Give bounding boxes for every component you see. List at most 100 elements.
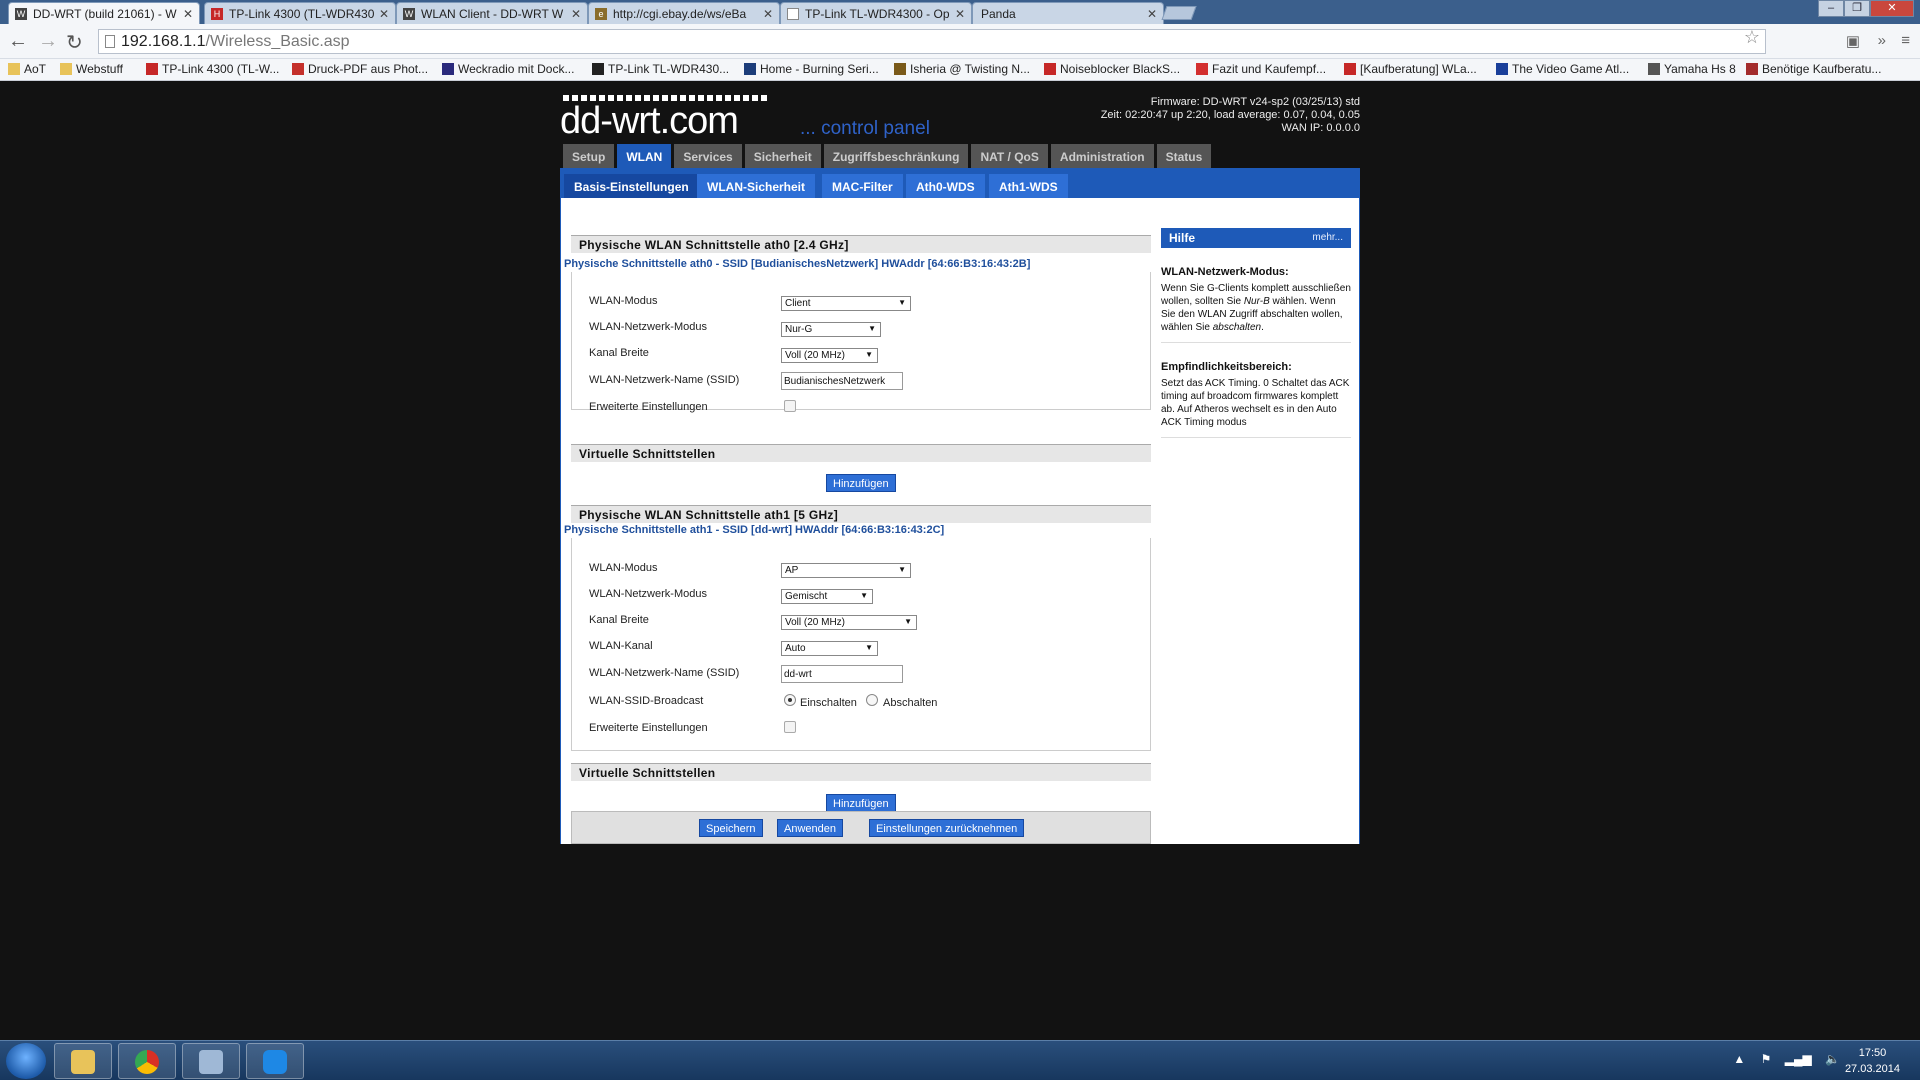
maximize-icon[interactable]: ❐ bbox=[1844, 0, 1870, 17]
ath0-advanced-checkbox[interactable] bbox=[784, 400, 796, 412]
bookmark-label: [Kaufberatung] WLa... bbox=[1360, 62, 1477, 76]
subnav-ath0-wds[interactable]: Ath0-WDS bbox=[906, 174, 985, 198]
bookmark-star-icon[interactable]: ☆ bbox=[1744, 27, 1760, 48]
ath1-netmode-label: WLAN-Netzwerk-Modus bbox=[589, 588, 707, 600]
more-extensions-icon[interactable]: » bbox=[1878, 32, 1886, 49]
start-button[interactable] bbox=[6, 1043, 46, 1079]
close-icon[interactable]: ✕ bbox=[379, 7, 389, 21]
taskbar-chrome[interactable] bbox=[118, 1043, 176, 1079]
bookmark-item[interactable]: Fazit und Kaufempf... bbox=[1196, 62, 1326, 76]
bookmark-item[interactable]: AoT bbox=[8, 62, 46, 76]
bookmark-label: Benötige Kaufberatu... bbox=[1762, 62, 1882, 76]
ath0-add-button[interactable]: Hinzufügen bbox=[826, 474, 896, 492]
extension-icon[interactable]: ▣ bbox=[1846, 32, 1860, 50]
save-button[interactable]: Speichern bbox=[699, 819, 763, 837]
nav-zugriffsbeschraenkung[interactable]: Zugriffsbeschränkung bbox=[823, 144, 969, 168]
tab-ebay[interactable]: e http://cgi.ebay.de/ws/eBa ✕ bbox=[588, 2, 780, 24]
ath1-netmode-select[interactable]: Gemischt ▼ bbox=[781, 589, 873, 604]
volume-icon[interactable]: 🔈 bbox=[1825, 1052, 1840, 1066]
heise-icon bbox=[146, 63, 158, 75]
taskbar-remote[interactable] bbox=[182, 1043, 240, 1079]
nav-setup[interactable]: Setup bbox=[563, 144, 615, 168]
ath0-mode-select[interactable]: Client ▼ bbox=[781, 296, 911, 311]
window-close-icon[interactable]: ✕ bbox=[1870, 0, 1914, 17]
reload-icon[interactable]: ↻ bbox=[66, 30, 83, 55]
dropdown-caret-icon: ▼ bbox=[904, 617, 912, 626]
nav-administration[interactable]: Administration bbox=[1050, 144, 1154, 168]
ath1-advanced-checkbox[interactable] bbox=[784, 721, 796, 733]
subnav-ath1-wds[interactable]: Ath1-WDS bbox=[989, 174, 1068, 198]
subnav-mac-filter[interactable]: MAC-Filter bbox=[822, 174, 903, 198]
bookmark-item[interactable]: TP-Link TL-WDR430... bbox=[592, 62, 729, 76]
bookmark-item[interactable]: Druck-PDF aus Phot... bbox=[292, 62, 428, 76]
heise-favicon-icon: H bbox=[211, 8, 223, 20]
ddwrt-panel: dd-wrt.com ... control panel Firmware: D… bbox=[560, 82, 1360, 844]
subnav-basis[interactable]: Basis-Einstellungen bbox=[564, 174, 699, 198]
minimize-icon[interactable]: – bbox=[1818, 0, 1844, 17]
nav-nat-qos[interactable]: NAT / QoS bbox=[971, 144, 1048, 168]
new-tab-button[interactable] bbox=[1161, 6, 1197, 20]
ath1-ssid-input[interactable]: dd-wrt bbox=[781, 665, 903, 683]
forum-icon bbox=[1746, 63, 1758, 75]
bookmark-item[interactable]: Webstuff bbox=[60, 62, 123, 76]
flag-icon[interactable]: ⚑ bbox=[1761, 1052, 1772, 1066]
close-icon[interactable]: ✕ bbox=[183, 7, 193, 21]
nav-sicherheit[interactable]: Sicherheit bbox=[744, 144, 821, 168]
content-area: Physische WLAN Schnittstelle ath0 [2.4 G… bbox=[560, 198, 1360, 844]
bookmark-item[interactable]: TP-Link 4300 (TL-W... bbox=[146, 62, 279, 76]
ath1-mode-label: WLAN-Modus bbox=[589, 562, 658, 574]
tab-ddwrt[interactable]: W DD-WRT (build 21061) - W ✕ bbox=[8, 2, 200, 24]
clock-time: 17:50 bbox=[1858, 1047, 1887, 1059]
tab-wlan-client[interactable]: W WLAN Client - DD-WRT W ✕ bbox=[396, 2, 588, 24]
close-icon[interactable]: ✕ bbox=[1147, 7, 1157, 21]
control-panel-label: ... control panel bbox=[800, 118, 930, 139]
forward-arrow-icon[interactable]: → bbox=[38, 30, 58, 53]
signal-icon[interactable]: ▂▄▆ bbox=[1785, 1052, 1812, 1066]
dropdown-caret-icon: ▼ bbox=[860, 591, 868, 600]
bookmark-item[interactable]: Benötige Kaufberatu... bbox=[1746, 62, 1881, 76]
close-icon[interactable]: ✕ bbox=[763, 7, 773, 21]
bookmark-item[interactable]: Isheria @ Twisting N... bbox=[894, 62, 1030, 76]
tray-expand-icon[interactable]: ▲ bbox=[1733, 1052, 1745, 1066]
ath1-broadcast-on-label: Einschalten bbox=[800, 697, 857, 709]
apply-button[interactable]: Anwenden bbox=[777, 819, 843, 837]
ath1-section-title: Physische WLAN Schnittstelle ath1 [5 GHz… bbox=[571, 505, 1151, 523]
taskbar-explorer[interactable] bbox=[54, 1043, 112, 1079]
bookmark-label: TP-Link TL-WDR430... bbox=[608, 62, 730, 76]
taskbar-teamviewer[interactable] bbox=[246, 1043, 304, 1079]
ath0-width-select[interactable]: Voll (20 MHz) ▼ bbox=[781, 348, 878, 363]
ath1-add-button[interactable]: Hinzufügen bbox=[826, 794, 896, 812]
ath1-broadcast-on-radio[interactable] bbox=[784, 694, 796, 706]
ath1-broadcast-off-radio[interactable] bbox=[866, 694, 878, 706]
tab-tplink-op[interactable]: TP-Link TL-WDR4300 - Op ✕ bbox=[780, 2, 972, 24]
bookmark-item[interactable]: Yamaha Hs 8 bbox=[1648, 62, 1736, 76]
nav-services[interactable]: Services bbox=[674, 144, 742, 168]
ath0-ssid-input[interactable]: BudianischesNetzwerk bbox=[781, 372, 903, 390]
close-icon[interactable]: ✕ bbox=[571, 7, 581, 21]
bookmark-item[interactable]: The Video Game Atl... bbox=[1496, 62, 1629, 76]
reset-button[interactable]: Einstellungen zurücknehmen bbox=[869, 819, 1025, 837]
clock[interactable]: 17:50 27.03.2014 bbox=[1845, 1045, 1900, 1077]
bookmark-item[interactable]: [Kaufberatung] WLa... bbox=[1344, 62, 1477, 76]
bookmark-item[interactable]: Weckradio mit Dock... bbox=[442, 62, 574, 76]
help-section2-text: Setzt das ACK Timing. 0 Schaltet das ACK… bbox=[1161, 377, 1351, 438]
close-icon[interactable]: ✕ bbox=[955, 7, 965, 21]
bookmark-item[interactable]: Noiseblocker BlackS... bbox=[1044, 62, 1180, 76]
ath1-width-select[interactable]: Voll (20 MHz) ▼ bbox=[781, 615, 917, 630]
address-bar[interactable]: 192.168.1.1/Wireless_Basic.asp bbox=[98, 29, 1766, 54]
subnav-wlan-sicherheit[interactable]: WLAN-Sicherheit bbox=[697, 174, 816, 198]
ath0-netmode-select[interactable]: Nur-G ▼ bbox=[781, 322, 881, 337]
nav-status[interactable]: Status bbox=[1156, 144, 1212, 168]
bookmark-item[interactable]: Home - Burning Seri... bbox=[744, 62, 879, 76]
dropdown-caret-icon: ▼ bbox=[898, 565, 906, 574]
back-arrow-icon[interactable]: ← bbox=[8, 30, 28, 53]
menu-icon[interactable]: ≡ bbox=[1901, 32, 1910, 49]
dropdown-caret-icon: ▼ bbox=[898, 298, 906, 307]
help-more-link[interactable]: mehr... bbox=[1312, 232, 1343, 243]
tab-tplink[interactable]: H TP-Link 4300 (TL-WDR430 ✕ bbox=[204, 2, 396, 24]
ath1-mode-select[interactable]: AP ▼ bbox=[781, 563, 911, 578]
nav-wlan[interactable]: WLAN bbox=[617, 144, 672, 170]
tab-panda[interactable]: Panda ✕ bbox=[972, 2, 1164, 24]
system-tray[interactable]: ▲ ⚑ ▂▄▆ 🔈 bbox=[1733, 1052, 1840, 1066]
ath1-channel-select[interactable]: Auto ▼ bbox=[781, 641, 878, 656]
